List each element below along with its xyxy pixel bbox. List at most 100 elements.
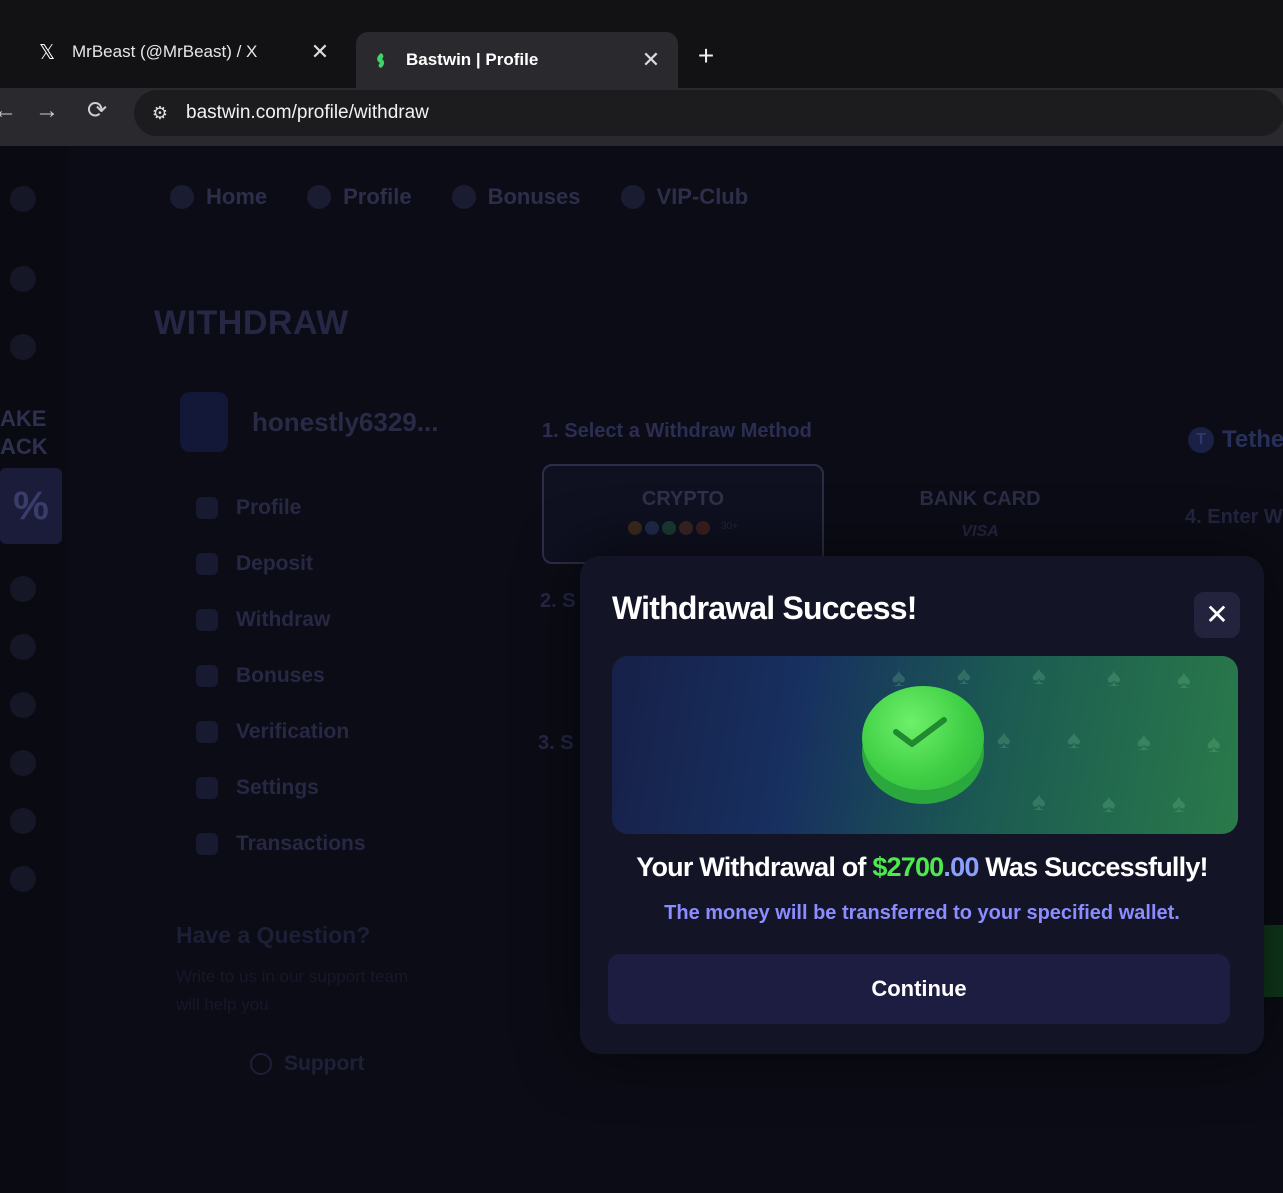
nav-label: Home bbox=[206, 184, 268, 209]
tron-icon bbox=[696, 521, 711, 535]
menu-label: Verification bbox=[236, 720, 350, 743]
menu-label: Settings bbox=[236, 776, 319, 799]
step-4-label: 4. Enter W bbox=[1185, 506, 1283, 528]
check-coin-icon bbox=[862, 686, 986, 804]
pattern-icon: ♠ bbox=[997, 724, 1011, 754]
user-icon bbox=[307, 185, 332, 209]
rakeback-label[interactable]: AKE ACK bbox=[0, 405, 62, 461]
sports-icon[interactable] bbox=[10, 266, 36, 292]
withdrawal-success-modal: Withdrawal Success! ✕ ♠ ♠ ♠ ♠ ♠ ♠ ♠ ♠ ♠ … bbox=[580, 556, 1264, 1054]
home-icon bbox=[170, 185, 194, 209]
new-tab-button[interactable]: + bbox=[690, 40, 722, 72]
help-block: Have a Question? Write to us in our supp… bbox=[176, 922, 436, 1019]
left-rail bbox=[0, 146, 68, 1193]
ethereum-icon bbox=[645, 521, 660, 535]
close-icon[interactable]: ✕ bbox=[305, 39, 335, 65]
pattern-icon: ♠ bbox=[1032, 786, 1046, 816]
currency-label: Tethe bbox=[1222, 426, 1283, 453]
profile-menu: Profile Deposit Withdraw Bonuses Verific… bbox=[196, 480, 366, 872]
tab-title: MrBeast (@MrBeast) / X bbox=[72, 42, 258, 61]
menu-item-settings[interactable]: Settings bbox=[196, 760, 366, 816]
star-icon bbox=[620, 185, 645, 209]
method-label: CRYPTO bbox=[641, 488, 725, 510]
support-button[interactable]: Support bbox=[250, 1052, 364, 1076]
pattern-icon: ♠ bbox=[1102, 788, 1116, 818]
pattern-icon: ♠ bbox=[1207, 728, 1221, 758]
checkmark-icon bbox=[893, 717, 947, 747]
wallet-icon bbox=[196, 609, 218, 631]
username: honestly6329... bbox=[252, 406, 439, 437]
method-bank-card[interactable]: BANK CARD VISA bbox=[880, 488, 1080, 541]
success-subtext: The money will be transferred to your sp… bbox=[664, 902, 1180, 924]
support-label: Support bbox=[284, 1052, 365, 1075]
menu-label: Bonuses bbox=[236, 664, 325, 687]
method-label: BANK CARD bbox=[919, 488, 1041, 510]
bitcoin-icon bbox=[628, 521, 643, 535]
step-2-label: 2. S bbox=[540, 590, 576, 612]
crypto-coin-icons: 30+ bbox=[544, 521, 822, 535]
tether-icon: T bbox=[1188, 427, 1214, 453]
help-text: Write to us in our support team will hel… bbox=[176, 967, 409, 1014]
close-icon[interactable]: ✕ bbox=[636, 47, 666, 73]
reload-icon[interactable]: ⟳ bbox=[80, 94, 114, 128]
continue-button[interactable]: Continue bbox=[608, 954, 1230, 1024]
close-button[interactable]: ✕ bbox=[1194, 592, 1240, 638]
rail-icon[interactable] bbox=[10, 808, 36, 834]
nav-profile[interactable]: Profile bbox=[307, 184, 412, 210]
avatar bbox=[180, 392, 228, 452]
menu-item-withdraw[interactable]: Withdraw bbox=[196, 592, 366, 648]
menu-item-deposit[interactable]: Deposit bbox=[196, 536, 366, 592]
forward-icon[interactable]: → bbox=[30, 94, 64, 128]
rail-icon[interactable] bbox=[10, 692, 36, 718]
rail-icon[interactable] bbox=[10, 634, 36, 660]
pattern-icon: ♠ bbox=[1172, 788, 1186, 818]
menu-item-profile[interactable]: Profile bbox=[196, 480, 366, 536]
success-message: Your Withdrawal of $2700.00 Was Successf… bbox=[580, 852, 1264, 883]
screen: 𝕏 MrBeast (@MrBeast) / X ✕ Bastwin | Pro… bbox=[0, 0, 1283, 1193]
rakeback-badge[interactable]: % bbox=[0, 468, 62, 544]
menu-item-transactions[interactable]: Transactions bbox=[196, 816, 366, 872]
nav-vip-club[interactable]: VIP-Club bbox=[620, 184, 749, 210]
submit-button-edge[interactable] bbox=[1264, 925, 1283, 997]
x-logo-icon: 𝕏 bbox=[38, 41, 56, 64]
step-1-label: 1. Select a Withdraw Method bbox=[542, 420, 812, 442]
currency-tether[interactable]: T Tethe bbox=[1188, 426, 1283, 454]
tab-title: Bastwin | Profile bbox=[406, 50, 539, 69]
page-title: WITHDRAW bbox=[154, 304, 349, 342]
shield-icon bbox=[196, 721, 218, 743]
rail-icon[interactable] bbox=[10, 576, 36, 602]
nav-label: Bonuses bbox=[487, 184, 581, 209]
method-crypto[interactable]: CRYPTO 30+ bbox=[542, 464, 824, 564]
message-suffix: Was Successfully! bbox=[978, 852, 1208, 882]
rail-icon[interactable] bbox=[10, 750, 36, 776]
bastwin-logo-icon bbox=[368, 47, 394, 73]
tab-bastwin[interactable]: Bastwin | Profile ✕ bbox=[356, 32, 678, 88]
menu-label: Deposit bbox=[236, 552, 314, 575]
tab-mrbeast[interactable]: 𝕏 MrBeast (@MrBeast) / X ✕ bbox=[22, 26, 347, 78]
step-3-label: 3. S bbox=[538, 732, 574, 754]
logo-icon[interactable] bbox=[10, 186, 36, 212]
tether-icon bbox=[662, 521, 677, 535]
nav-bonuses[interactable]: Bonuses bbox=[451, 184, 581, 210]
address-bar[interactable]: ⚙ bastwin.com/profile/withdraw bbox=[134, 90, 1283, 136]
menu-item-bonuses[interactable]: Bonuses bbox=[196, 648, 366, 704]
nav-label: VIP-Club bbox=[656, 184, 749, 209]
wallet-icon bbox=[196, 553, 218, 575]
back-icon[interactable]: ← bbox=[0, 94, 22, 128]
url-text[interactable]: bastwin.com/profile/withdraw bbox=[186, 102, 429, 124]
help-title: Have a Question? bbox=[176, 922, 371, 948]
more-coins-label: 30+ bbox=[721, 521, 738, 532]
withdraw-amount: $2700 bbox=[872, 852, 944, 882]
nav-home[interactable]: Home bbox=[170, 184, 267, 210]
message-prefix: Your Withdrawal of bbox=[636, 852, 873, 882]
nav-label: Profile bbox=[343, 184, 412, 209]
withdraw-amount-cents: .00 bbox=[943, 852, 979, 882]
gift-icon bbox=[196, 665, 218, 687]
menu-label: Transactions bbox=[236, 832, 366, 855]
menu-item-verification[interactable]: Verification bbox=[196, 704, 366, 760]
slots-icon[interactable] bbox=[10, 334, 36, 360]
user-icon bbox=[196, 497, 218, 519]
site-settings-icon[interactable]: ⚙ bbox=[148, 101, 172, 125]
rail-icon[interactable] bbox=[10, 866, 36, 892]
gift-icon bbox=[451, 185, 476, 209]
